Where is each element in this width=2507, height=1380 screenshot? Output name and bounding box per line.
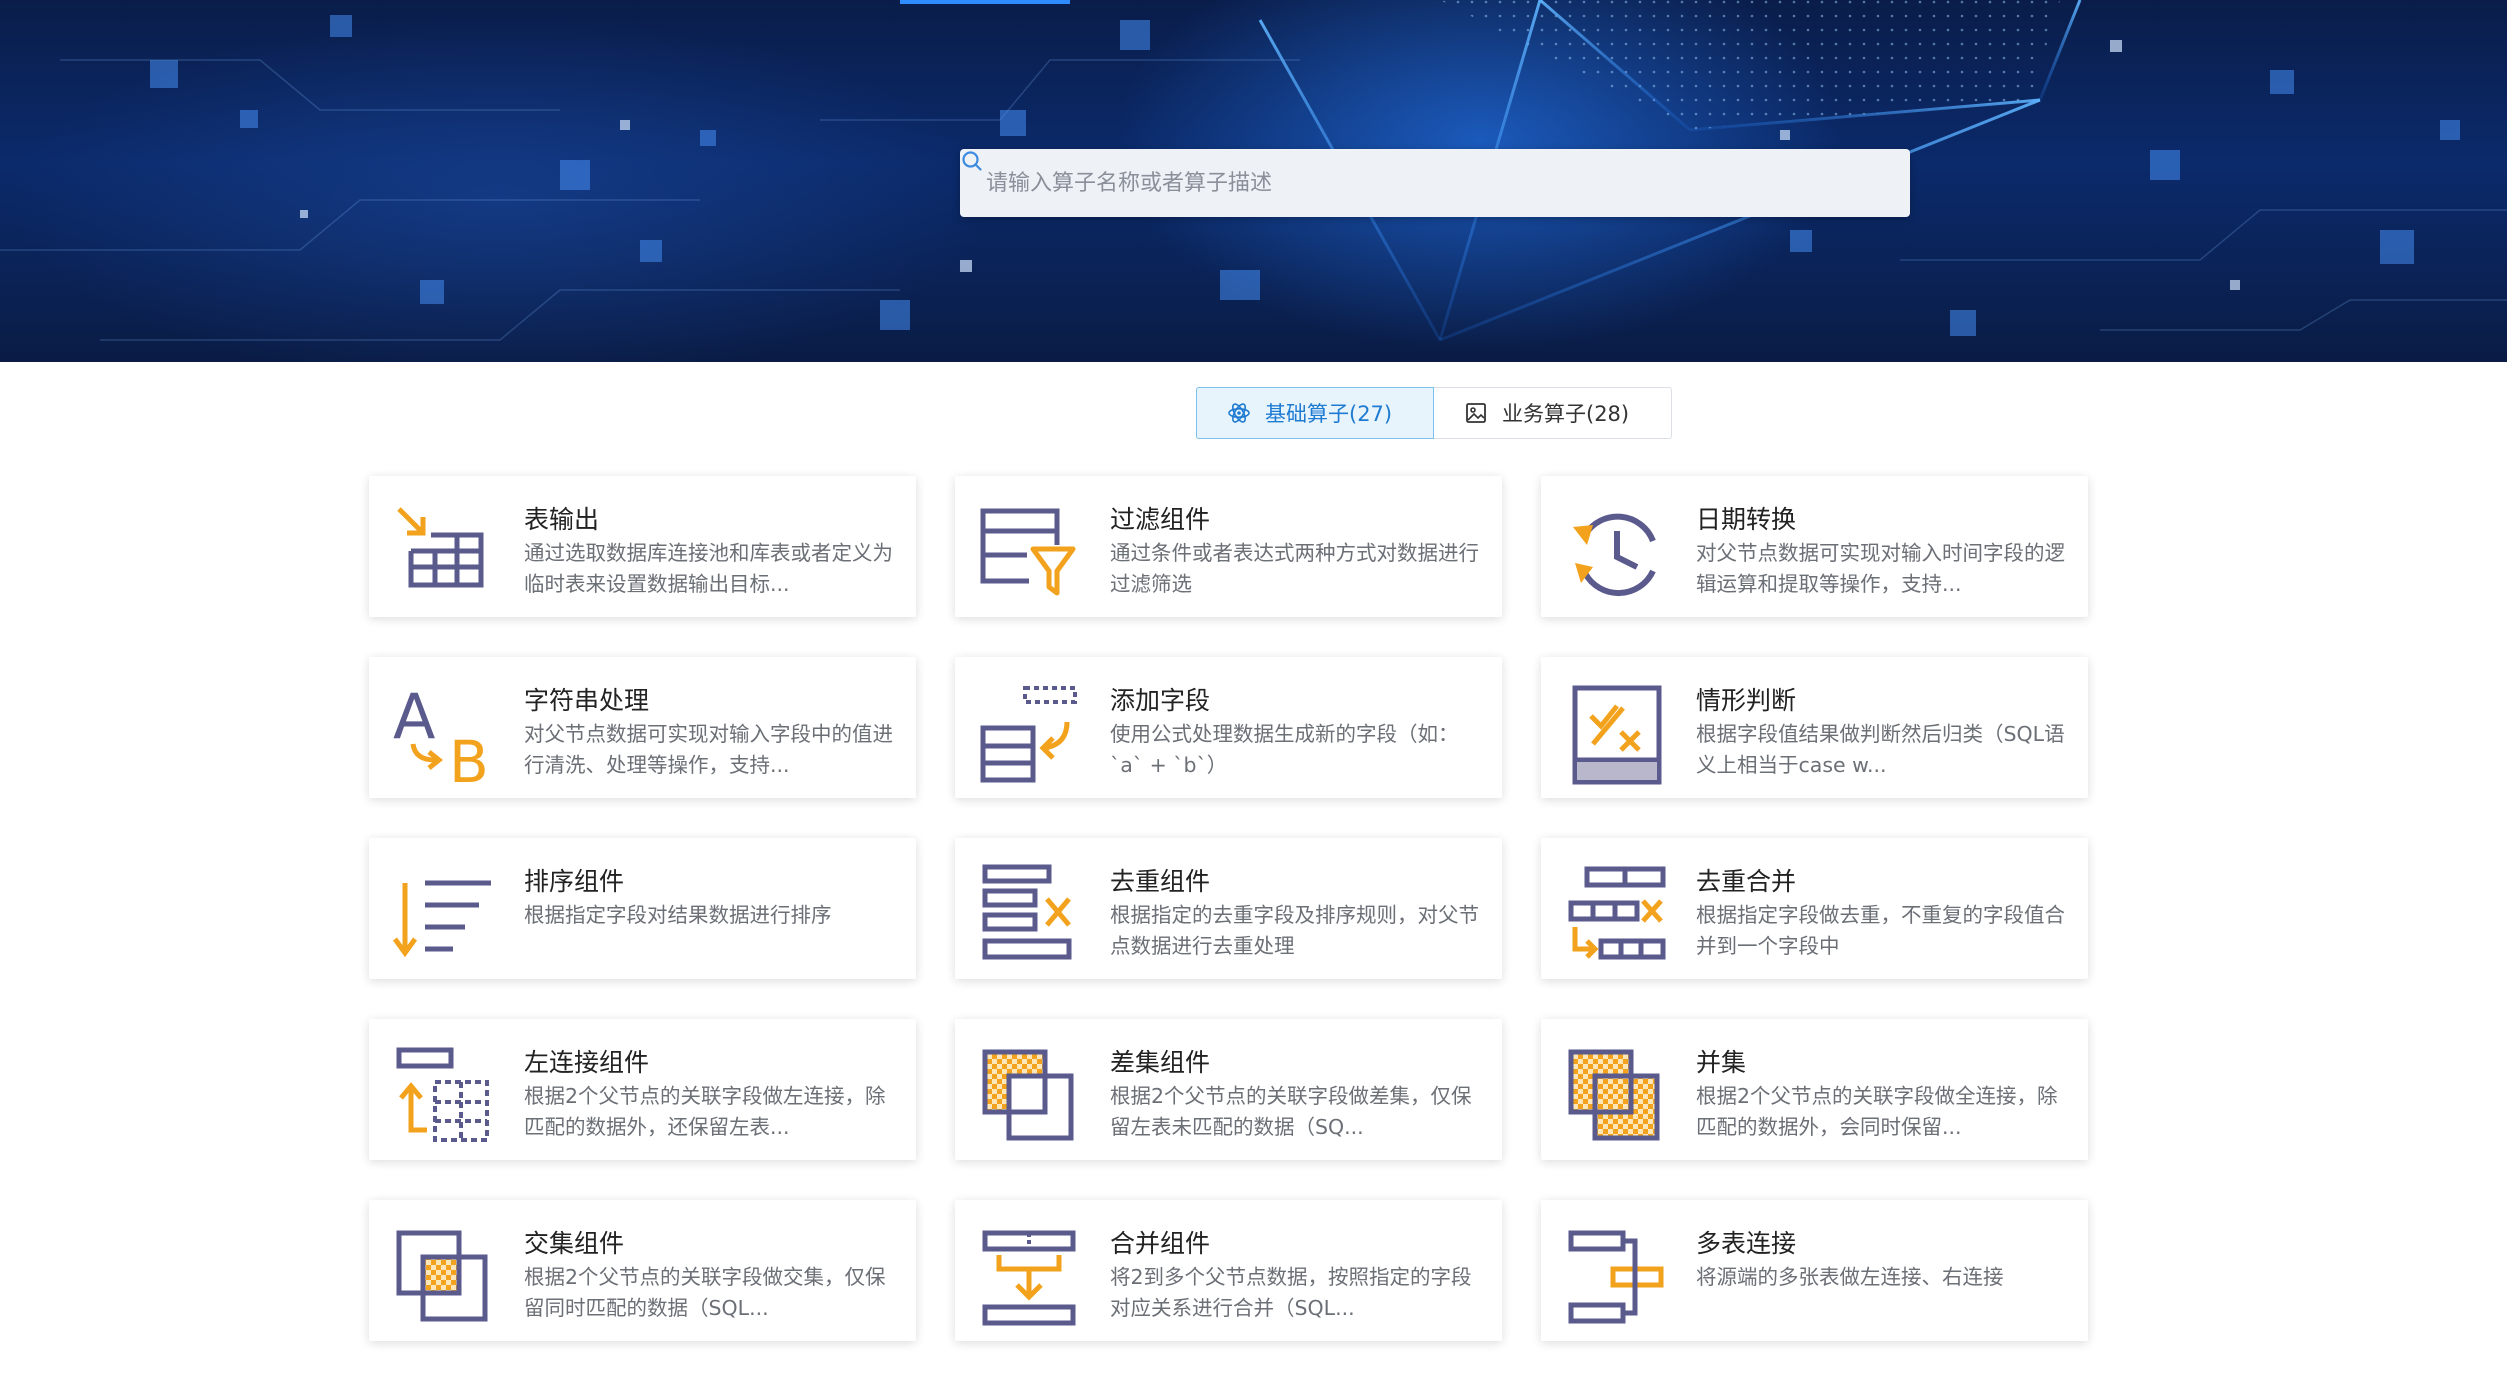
card-title: 字符串处理 <box>524 686 650 715</box>
sort-icon <box>392 880 491 958</box>
card-description: 根据2个父节点的关联字段做差集，仅保留左表未匹配的数据（SQ... <box>1110 1084 1472 1139</box>
card-description: 对父节点数据可实现对输入时间字段的逻辑运算和提取等操作，支持... <box>1696 541 2065 596</box>
tab-business-operators[interactable]: 业务算子(28) <box>1434 387 1672 439</box>
difference-icon <box>982 1049 1074 1141</box>
search-icon[interactable] <box>960 149 984 173</box>
multi-join-icon <box>1568 1230 1664 1324</box>
operator-card-difference[interactable]: 差集组件 根据2个父节点的关联字段做差集，仅保留左表未匹配的数据（SQ... <box>955 1019 1502 1160</box>
string-process-icon: A B <box>393 682 489 786</box>
operator-card-left-join[interactable]: 左连接组件 根据2个父节点的关联字段做左连接，除匹配的数据外，还保留左表... <box>369 1019 916 1160</box>
hero-top-accent-line <box>900 0 1070 4</box>
card-description: 根据2个父节点的关联字段做全连接，除匹配的数据外，会同时保留... <box>1696 1084 2058 1139</box>
operator-card-dedupe-merge[interactable]: 去重合并 根据指定字段做去重，不重复的字段值合并到一个字段中 <box>1541 838 2088 979</box>
filter-icon <box>980 508 1076 596</box>
card-description: 通过选取数据库连接池和库表或者定义为临时表来设置数据输出目标... <box>524 541 893 596</box>
card-title: 排序组件 <box>524 867 625 896</box>
card-description: 将2到多个父节点数据，按照指定的字段对应关系进行合并（SQL... <box>1110 1265 1472 1320</box>
card-title: 去重合并 <box>1696 867 1797 896</box>
union-icon <box>1568 1049 1660 1141</box>
add-field-icon <box>980 686 1077 783</box>
card-description: 根据指定字段对结果数据进行排序 <box>524 903 832 927</box>
card-title: 表输出 <box>524 505 600 534</box>
card-title: 过滤组件 <box>1110 505 1211 534</box>
dedupe-merge-icon <box>1568 866 1666 960</box>
case-judge-icon <box>1572 685 1662 785</box>
card-title: 差集组件 <box>1110 1048 1211 1077</box>
card-title: 合并组件 <box>1110 1229 1211 1258</box>
operator-card-string-process[interactable]: A B 字符串处理 对父节点数据可实现对输入字段中的值进行清洗、处理等操作，支持… <box>369 657 916 798</box>
card-title: 多表连接 <box>1696 1229 1797 1258</box>
svg-text:A: A <box>393 682 435 753</box>
date-convert-icon <box>1573 513 1656 597</box>
card-title: 交集组件 <box>524 1229 625 1258</box>
card-description: 对父节点数据可实现对输入字段中的值进行清洗、处理等操作，支持... <box>524 722 893 777</box>
operator-card-case-judge[interactable]: 情形判断 根据字段值结果做判断然后归类（SQL语义上相当于case w... <box>1541 657 2088 798</box>
card-title: 并集 <box>1696 1048 1747 1077</box>
operator-card-union[interactable]: 并集 根据2个父节点的关联字段做全连接，除匹配的数据外，会同时保留... <box>1541 1019 2088 1160</box>
card-title: 添加字段 <box>1110 686 1211 715</box>
card-description: 根据指定字段做去重，不重复的字段值合并到一个字段中 <box>1696 903 2065 958</box>
card-description: 根据2个父节点的关联字段做交集，仅保留同时匹配的数据（SQL... <box>524 1265 886 1320</box>
atom-icon <box>1228 403 1250 423</box>
card-description: 根据指定的去重字段及排序规则，对父节点数据进行去重处理 <box>1110 903 1479 958</box>
card-title: 日期转换 <box>1696 505 1797 534</box>
card-title: 去重组件 <box>1110 867 1211 896</box>
search-input[interactable] <box>960 149 1840 217</box>
table-output-icon <box>397 507 484 588</box>
search-box[interactable] <box>960 149 1910 217</box>
operator-tabs: 基础算子(27) 业务算子(28) <box>1196 387 1672 439</box>
tab-business-label: 业务算子(28) <box>1502 402 1630 426</box>
card-title: 左连接组件 <box>524 1048 650 1077</box>
card-description: 通过条件或者表达式两种方式对数据进行过滤筛选 <box>1110 541 1479 596</box>
intersection-icon <box>396 1230 488 1322</box>
card-description: 将源端的多张表做左连接、右连接 <box>1696 1265 2004 1289</box>
operator-card-table-output[interactable]: 表输出 通过选取数据库连接池和库表或者定义为临时表来设置数据输出目标... <box>369 476 916 617</box>
card-description: 根据字段值结果做判断然后归类（SQL语义上相当于case w... <box>1696 722 2065 777</box>
image-icon <box>1466 403 1486 423</box>
operator-card-date-convert[interactable]: 日期转换 对父节点数据可实现对输入时间字段的逻辑运算和提取等操作，支持... <box>1541 476 2088 617</box>
tab-basic-label: 基础算子(27) <box>1265 402 1393 426</box>
card-title: 情形判断 <box>1696 686 1797 715</box>
operator-card-sort[interactable]: 排序组件 根据指定字段对结果数据进行排序 <box>369 838 916 979</box>
hero-banner <box>0 0 2507 362</box>
card-description: 使用公式处理数据生成新的字段（如：`a` + `b`） <box>1110 722 1459 777</box>
tab-basic-operators[interactable]: 基础算子(27) <box>1196 387 1434 439</box>
left-join-icon <box>396 1047 489 1142</box>
svg-text:B: B <box>449 728 489 786</box>
operator-card-multi-join[interactable]: 多表连接 将源端的多张表做左连接、右连接 <box>1541 1200 2088 1341</box>
operator-card-intersection[interactable]: 交集组件 根据2个父节点的关联字段做交集，仅保留同时匹配的数据（SQL... <box>369 1200 916 1341</box>
card-description: 根据2个父节点的关联字段做左连接，除匹配的数据外，还保留左表... <box>524 1084 886 1139</box>
operator-card-merge[interactable]: 合并组件 将2到多个父节点数据，按照指定的字段对应关系进行合并（SQL... <box>955 1200 1502 1341</box>
operator-card-dedupe[interactable]: 去重组件 根据指定的去重字段及排序规则，对父节点数据进行去重处理 <box>955 838 1502 979</box>
merge-icon <box>982 1230 1076 1326</box>
operator-card-add-field[interactable]: 添加字段 使用公式处理数据生成新的字段（如：`a` + `b`） <box>955 657 1502 798</box>
operator-card-filter[interactable]: 过滤组件 通过条件或者表达式两种方式对数据进行过滤筛选 <box>955 476 1502 617</box>
dedupe-icon <box>982 864 1072 960</box>
